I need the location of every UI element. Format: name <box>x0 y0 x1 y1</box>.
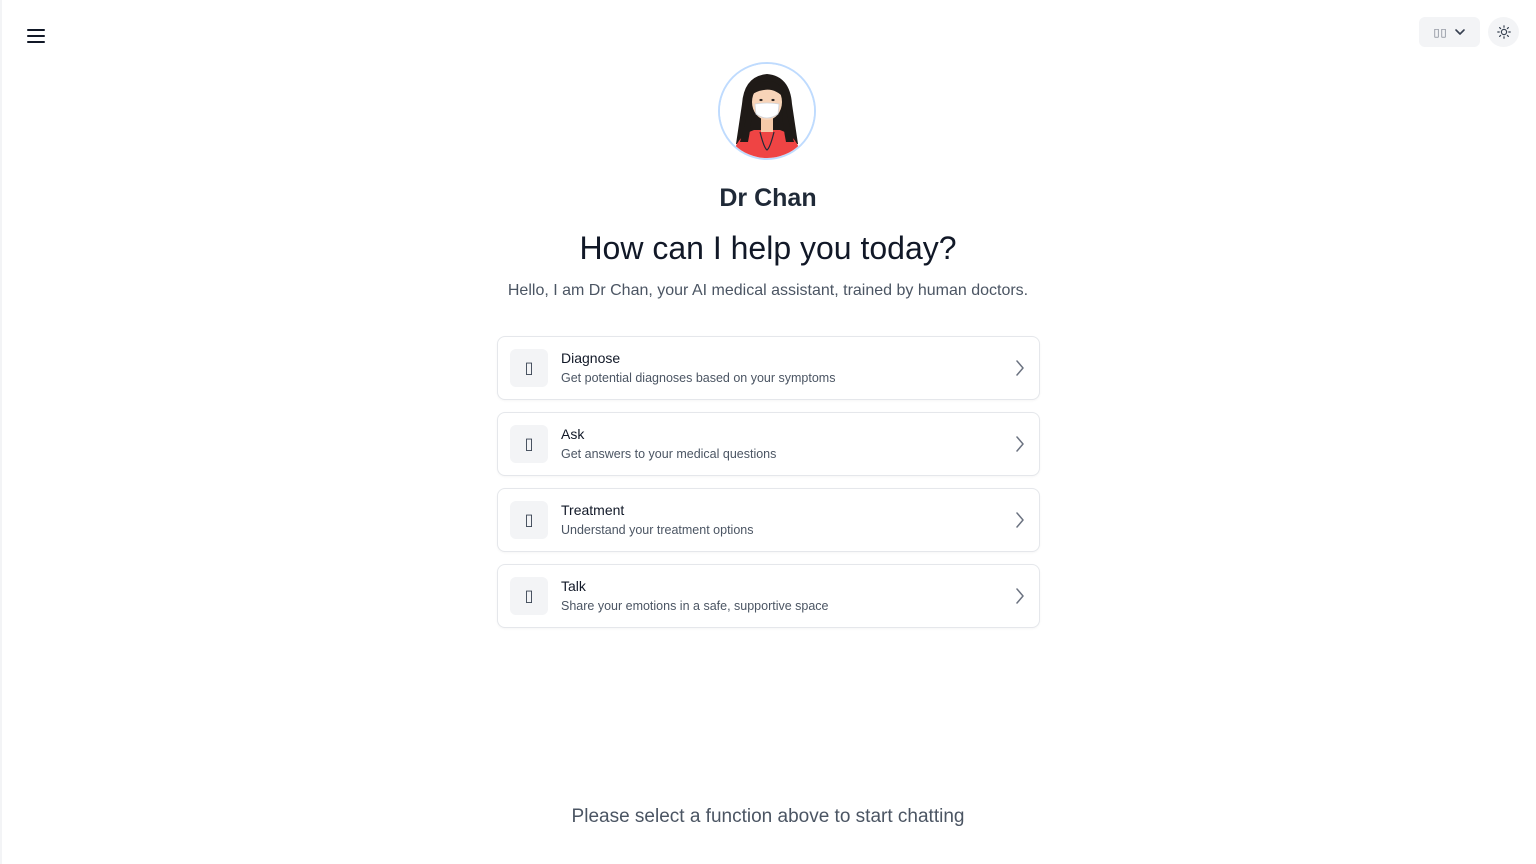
option-title: Ask <box>561 426 585 442</box>
diagnose-icon: ▯ <box>510 349 548 387</box>
talk-icon: ▯ <box>510 577 548 615</box>
theme-toggle-button[interactable] <box>1488 17 1519 47</box>
option-description: Share your emotions in a safe, supportiv… <box>561 599 829 613</box>
page-headline: How can I help you today? <box>579 230 957 266</box>
option-title: Treatment <box>561 502 625 518</box>
option-talk[interactable]: ▯ Talk Share your emotions in a safe, su… <box>497 564 1040 628</box>
hamburger-menu-icon <box>27 29 45 31</box>
chevron-down-icon <box>1454 29 1465 35</box>
option-ask[interactable]: ▯ Ask Get answers to your medical questi… <box>497 412 1040 476</box>
doctor-name: Dr Chan <box>719 184 817 212</box>
chevron-right-icon <box>1016 588 1024 604</box>
menu-button[interactable] <box>22 22 50 50</box>
function-options: ▯ Diagnose Get potential diagnoses based… <box>497 336 1040 640</box>
option-description: Understand your treatment options <box>561 523 754 537</box>
language-select[interactable]: ▯▯ <box>1419 17 1480 47</box>
start-chat-prompt: Please select a function above to start … <box>571 806 965 827</box>
option-description: Get potential diagnoses based on your sy… <box>561 371 836 385</box>
option-title: Talk <box>561 578 586 594</box>
ask-icon: ▯ <box>510 425 548 463</box>
sun-icon <box>1496 25 1511 39</box>
intro-text: Hello, I am Dr Chan, your AI medical ass… <box>507 282 1029 299</box>
chevron-right-icon <box>1016 436 1024 452</box>
chevron-right-icon <box>1016 360 1024 376</box>
doctor-avatar <box>718 62 816 160</box>
treatment-icon: ▯ <box>510 501 548 539</box>
option-treatment[interactable]: ▯ Treatment Understand your treatment op… <box>497 488 1040 552</box>
option-diagnose[interactable]: ▯ Diagnose Get potential diagnoses based… <box>497 336 1040 400</box>
language-flag-icon: ▯▯ <box>1433 26 1448 39</box>
option-description: Get answers to your medical questions <box>561 447 777 461</box>
option-title: Diagnose <box>561 350 621 366</box>
chevron-right-icon <box>1016 512 1024 528</box>
sidebar-edge <box>0 0 2 864</box>
